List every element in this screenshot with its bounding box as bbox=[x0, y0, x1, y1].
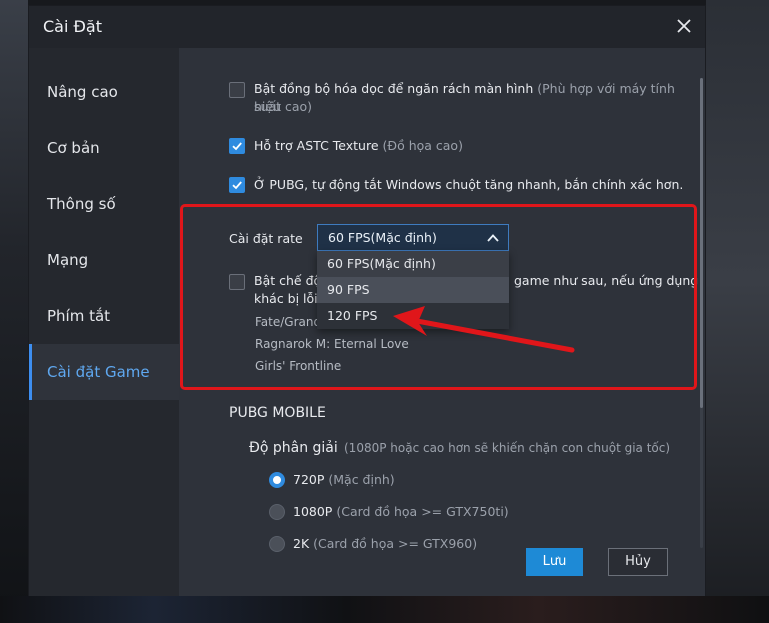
annotation-arrow-icon bbox=[393, 306, 575, 353]
resolution-2k-hint: (Card đồ họa >= GTX960) bbox=[313, 536, 478, 551]
window-title: Cài Đặt bbox=[43, 17, 102, 36]
sidebar-item-label: Mạng bbox=[47, 251, 89, 269]
cancel-button[interactable]: Hủy bbox=[608, 548, 668, 576]
resolution-720p-label: 720P bbox=[293, 472, 325, 487]
close-button[interactable] bbox=[673, 15, 695, 37]
astc-label: Hỗ trợ ASTC Texture bbox=[254, 138, 379, 153]
astc-checkbox[interactable] bbox=[229, 138, 245, 154]
sidebar-item-parameters[interactable]: Thông số bbox=[29, 176, 179, 232]
pubg-section-title: PUBG MOBILE bbox=[229, 405, 326, 421]
resolution-2k-text: 2K (Card đồ họa >= GTX960) bbox=[293, 535, 477, 553]
resolution-1080p-hint: (Card đồ họa >= GTX750ti) bbox=[336, 504, 509, 519]
resolution-720p-hint: (Mặc định) bbox=[328, 472, 395, 487]
close-icon bbox=[677, 19, 691, 33]
save-button[interactable]: Lưu bbox=[526, 548, 583, 576]
sidebar-item-label: Phím tắt bbox=[47, 307, 111, 325]
annotation-highlight-box bbox=[180, 204, 697, 390]
resolution-1080p-text: 1080P (Card đồ họa >= GTX750ti) bbox=[293, 503, 509, 521]
pubg-mouse-label: Ở PUBG, tự động tắt Windows chuột tăng n… bbox=[254, 177, 684, 192]
resolution-1080p-radio[interactable] bbox=[269, 504, 285, 520]
resolution-720p-text: 720P (Mặc định) bbox=[293, 471, 395, 489]
vsync-text: Bật đồng bộ hóa dọc để ngăn rách màn hìn… bbox=[254, 80, 694, 116]
background-right bbox=[706, 0, 769, 623]
sidebar-item-shortcuts[interactable]: Phím tắt bbox=[29, 288, 179, 344]
sidebar-item-label: Nâng cao bbox=[47, 83, 118, 101]
pubg-mouse-checkbox[interactable] bbox=[229, 177, 245, 193]
sidebar-item-game-settings[interactable]: Cài đặt Game bbox=[29, 344, 179, 400]
background-bottom bbox=[0, 596, 769, 623]
sidebar-item-label: Thông số bbox=[47, 195, 116, 213]
resolution-720p-radio[interactable] bbox=[269, 472, 285, 488]
astc-text: Hỗ trợ ASTC Texture (Đồ họa cao) bbox=[254, 137, 463, 155]
sidebar-item-basic[interactable]: Cơ bản bbox=[29, 120, 179, 176]
scrollbar-thumb[interactable] bbox=[700, 78, 703, 408]
resolution-1080p-label: 1080P bbox=[293, 504, 333, 519]
sidebar: Nâng cao Cơ bản Thông số Mạng Phím tắt C… bbox=[29, 48, 179, 596]
title-bar: Cài Đặt bbox=[29, 6, 705, 48]
background-left bbox=[0, 0, 28, 623]
sidebar-item-label: Cơ bản bbox=[47, 139, 100, 157]
astc-hint: (Đồ họa cao) bbox=[382, 138, 463, 153]
sidebar-item-label: Cài đặt Game bbox=[47, 363, 150, 381]
vsync-hint-line2: suất cao) bbox=[254, 99, 313, 114]
resolution-2k-label: 2K bbox=[293, 536, 310, 551]
checkmark-icon bbox=[232, 181, 242, 190]
resolution-label: Độ phân giải bbox=[249, 440, 338, 456]
sidebar-item-network[interactable]: Mạng bbox=[29, 232, 179, 288]
resolution-hint: (1080P hoặc cao hơn sẽ khiến chặn con ch… bbox=[344, 441, 671, 455]
sidebar-item-advanced[interactable]: Nâng cao bbox=[29, 64, 179, 120]
vsync-label: Bật đồng bộ hóa dọc để ngăn rách màn hìn… bbox=[254, 81, 534, 96]
vsync-checkbox[interactable] bbox=[229, 82, 245, 98]
resolution-2k-radio[interactable] bbox=[269, 536, 285, 552]
checkmark-icon bbox=[232, 142, 242, 151]
